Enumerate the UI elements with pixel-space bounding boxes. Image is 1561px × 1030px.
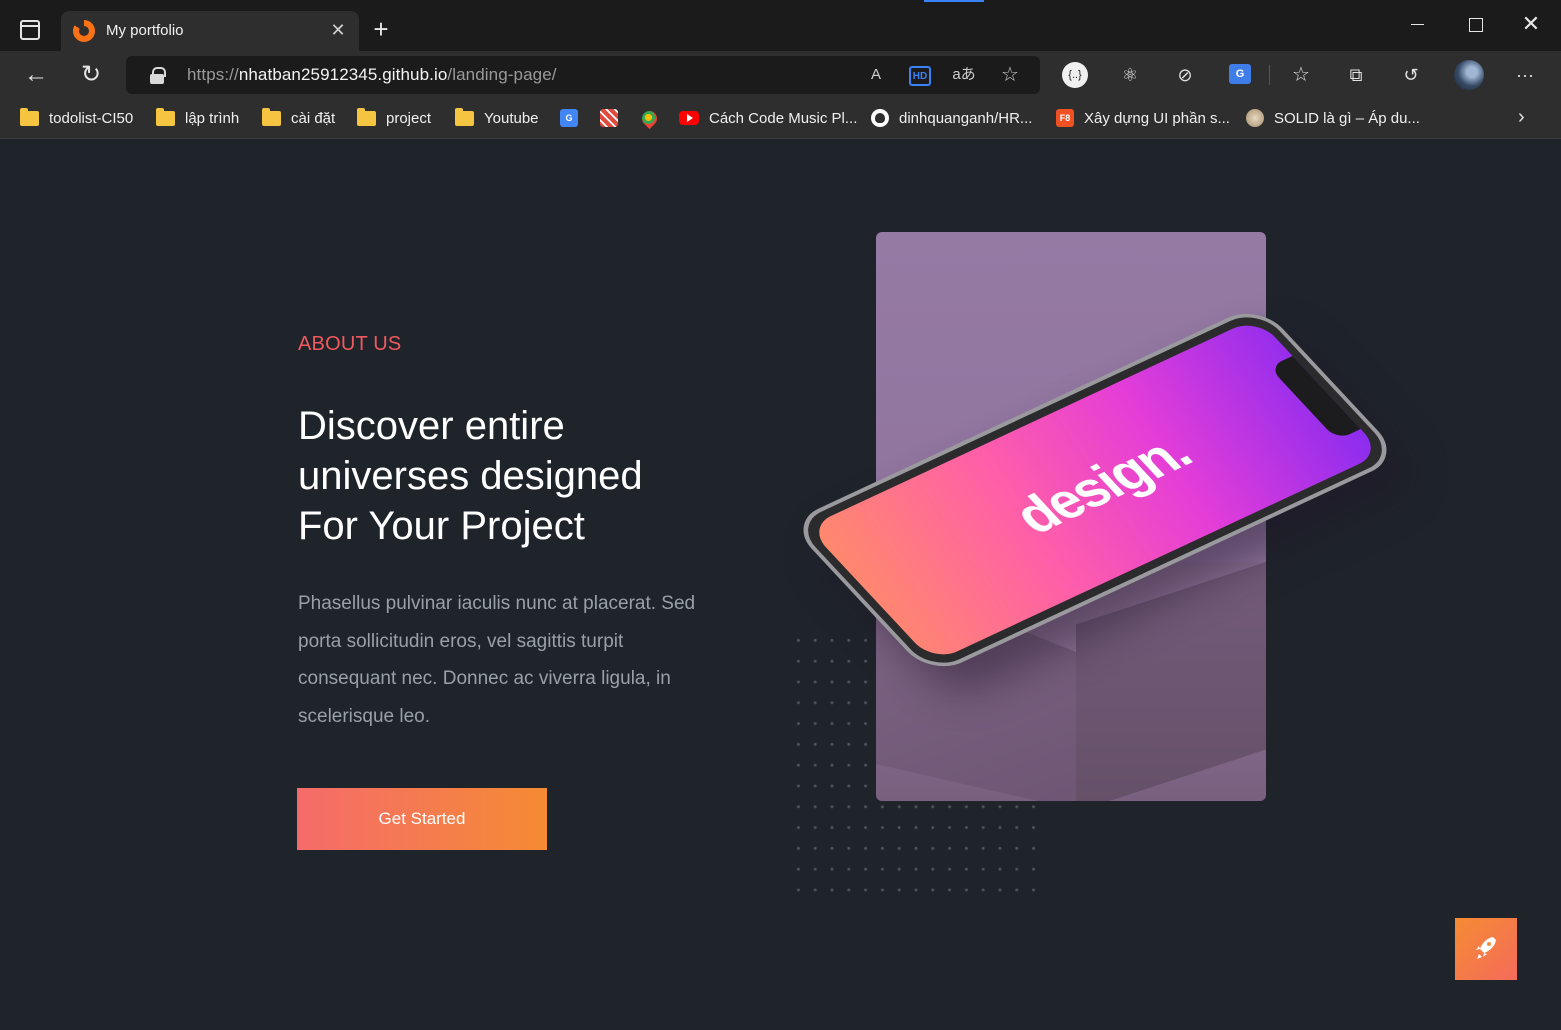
back-icon[interactable]: ← <box>22 61 50 89</box>
headline-line: universes designed <box>298 454 643 498</box>
phone-screen: design. <box>807 317 1383 663</box>
bookmark-label: cài đặt <box>291 109 336 127</box>
folder-icon <box>156 107 175 126</box>
solid-site-icon <box>1246 109 1264 127</box>
minimize-button[interactable] <box>1408 14 1428 34</box>
section-label: ABOUT US <box>298 333 402 355</box>
collections-icon[interactable]: ⧉ <box>1343 62 1369 88</box>
github-icon <box>871 109 889 127</box>
section-body-text: Phasellus pulvinar iaculis nunc at place… <box>298 593 696 727</box>
address-bar[interactable]: https://nhatban25912345.github.io/landin… <box>126 56 1040 94</box>
browser-toolbar: ← ↻ https://nhatban25912345.github.io/la… <box>0 51 1561 99</box>
bookmark-label: Cách Code Music Pl... <box>709 109 858 127</box>
more-menu-icon[interactable]: ··· <box>1512 62 1538 88</box>
get-started-button[interactable]: Get Started <box>297 788 547 850</box>
bookmark-label: project <box>386 109 432 127</box>
rocket-icon <box>1476 937 1496 959</box>
maximize-button[interactable] <box>1466 14 1486 34</box>
add-favorite-icon[interactable]: ☆ <box>998 64 1022 86</box>
headline-line: Discover entire <box>298 404 565 448</box>
tab-my-portfolio[interactable]: My portfolio ✕ <box>61 11 359 51</box>
compass-extension-icon[interactable]: ⊘ <box>1172 62 1198 88</box>
youtube-icon <box>679 111 699 125</box>
bookmark-label: dinhquanganh/HR... <box>899 109 1033 127</box>
bookmark-folder[interactable]: lập trình <box>156 107 239 129</box>
new-tab-button[interactable]: + <box>369 16 393 42</box>
close-window-button[interactable]: ✕ <box>1521 13 1541 35</box>
profile-avatar[interactable] <box>1454 60 1484 90</box>
react-devtools-icon[interactable]: ⚛ <box>1117 62 1143 88</box>
bookmark-label: lập trình <box>185 109 240 127</box>
bookmark-f8[interactable]: F8 Xây dựng UI phần s... <box>1056 107 1230 129</box>
google-translate-extension-icon[interactable]: G <box>1229 64 1251 84</box>
tab-actions-icon[interactable] <box>20 20 40 40</box>
section-headline: Discover entire universes designed For Y… <box>298 401 718 551</box>
bookmark-label: todolist-CI50 <box>49 109 134 127</box>
extension-json-icon[interactable]: {..} <box>1062 62 1088 88</box>
bookmark-github[interactable]: dinhquanganh/HR... <box>871 107 1032 129</box>
plus-site-icon <box>600 109 618 127</box>
portfolio-favicon-icon <box>73 20 95 42</box>
bookmark-folder[interactable]: Youtube <box>455 107 539 129</box>
url-text[interactable]: https://nhatban25912345.github.io/landin… <box>187 65 557 85</box>
tab-close-icon[interactable]: ✕ <box>327 19 349 41</box>
bookmark-label: Youtube <box>484 109 539 127</box>
refresh-icon[interactable]: ↻ <box>77 61 105 89</box>
bookmark-label: Xây dựng UI phần s... <box>1084 109 1230 127</box>
bookmark-youtube-video[interactable]: Cách Code Music Pl... <box>679 107 857 129</box>
tab-title: My portfolio <box>106 22 184 39</box>
bookmark-plus[interactable] <box>600 107 628 129</box>
translate-icon[interactable]: aあ <box>952 64 976 86</box>
bookmarks-bar: todolist-CI50 lập trình cài đặt project … <box>0 99 1561 139</box>
bookmark-google-translate[interactable]: G <box>560 107 588 129</box>
folder-icon <box>262 107 281 126</box>
f8-icon: F8 <box>1056 109 1074 127</box>
scroll-to-top-button[interactable] <box>1455 918 1517 980</box>
folder-icon <box>20 107 39 126</box>
maps-pin-icon <box>638 107 661 129</box>
read-aloud-icon[interactable]: A <box>864 64 888 86</box>
bookmark-solid[interactable]: SOLID là gì – Áp du... <box>1246 107 1420 129</box>
smartphone-illustration: design. <box>787 303 1403 677</box>
about-section: ABOUT US Discover entire universes desig… <box>0 140 1561 1030</box>
history-icon[interactable]: ↺ <box>1398 62 1424 88</box>
browser-title-bar: My portfolio ✕ + ✕ <box>0 0 1561 51</box>
chevron-right-icon[interactable]: › <box>1518 106 1525 129</box>
phone-body: design. <box>787 303 1403 677</box>
bookmark-folder[interactable]: project <box>357 107 431 129</box>
bookmark-folder[interactable]: cài đặt <box>262 107 335 129</box>
bookmark-maps[interactable] <box>638 107 667 129</box>
folder-icon <box>455 107 474 126</box>
toolbar-divider <box>1269 65 1270 85</box>
window-accent-line <box>924 0 984 2</box>
bookmark-folder[interactable]: todolist-CI50 <box>20 107 133 129</box>
lock-icon[interactable] <box>150 67 166 84</box>
hd-icon[interactable]: HD <box>909 66 931 86</box>
folder-icon <box>357 107 376 126</box>
bookmark-label: SOLID là gì – Áp du... <box>1274 109 1420 127</box>
headline-line: For Your Project <box>298 504 585 548</box>
google-translate-icon: G <box>560 109 578 127</box>
favorites-icon[interactable]: ☆ <box>1288 62 1314 88</box>
phone-notch <box>1268 355 1363 441</box>
phone-screen-text: design. <box>1001 424 1204 545</box>
